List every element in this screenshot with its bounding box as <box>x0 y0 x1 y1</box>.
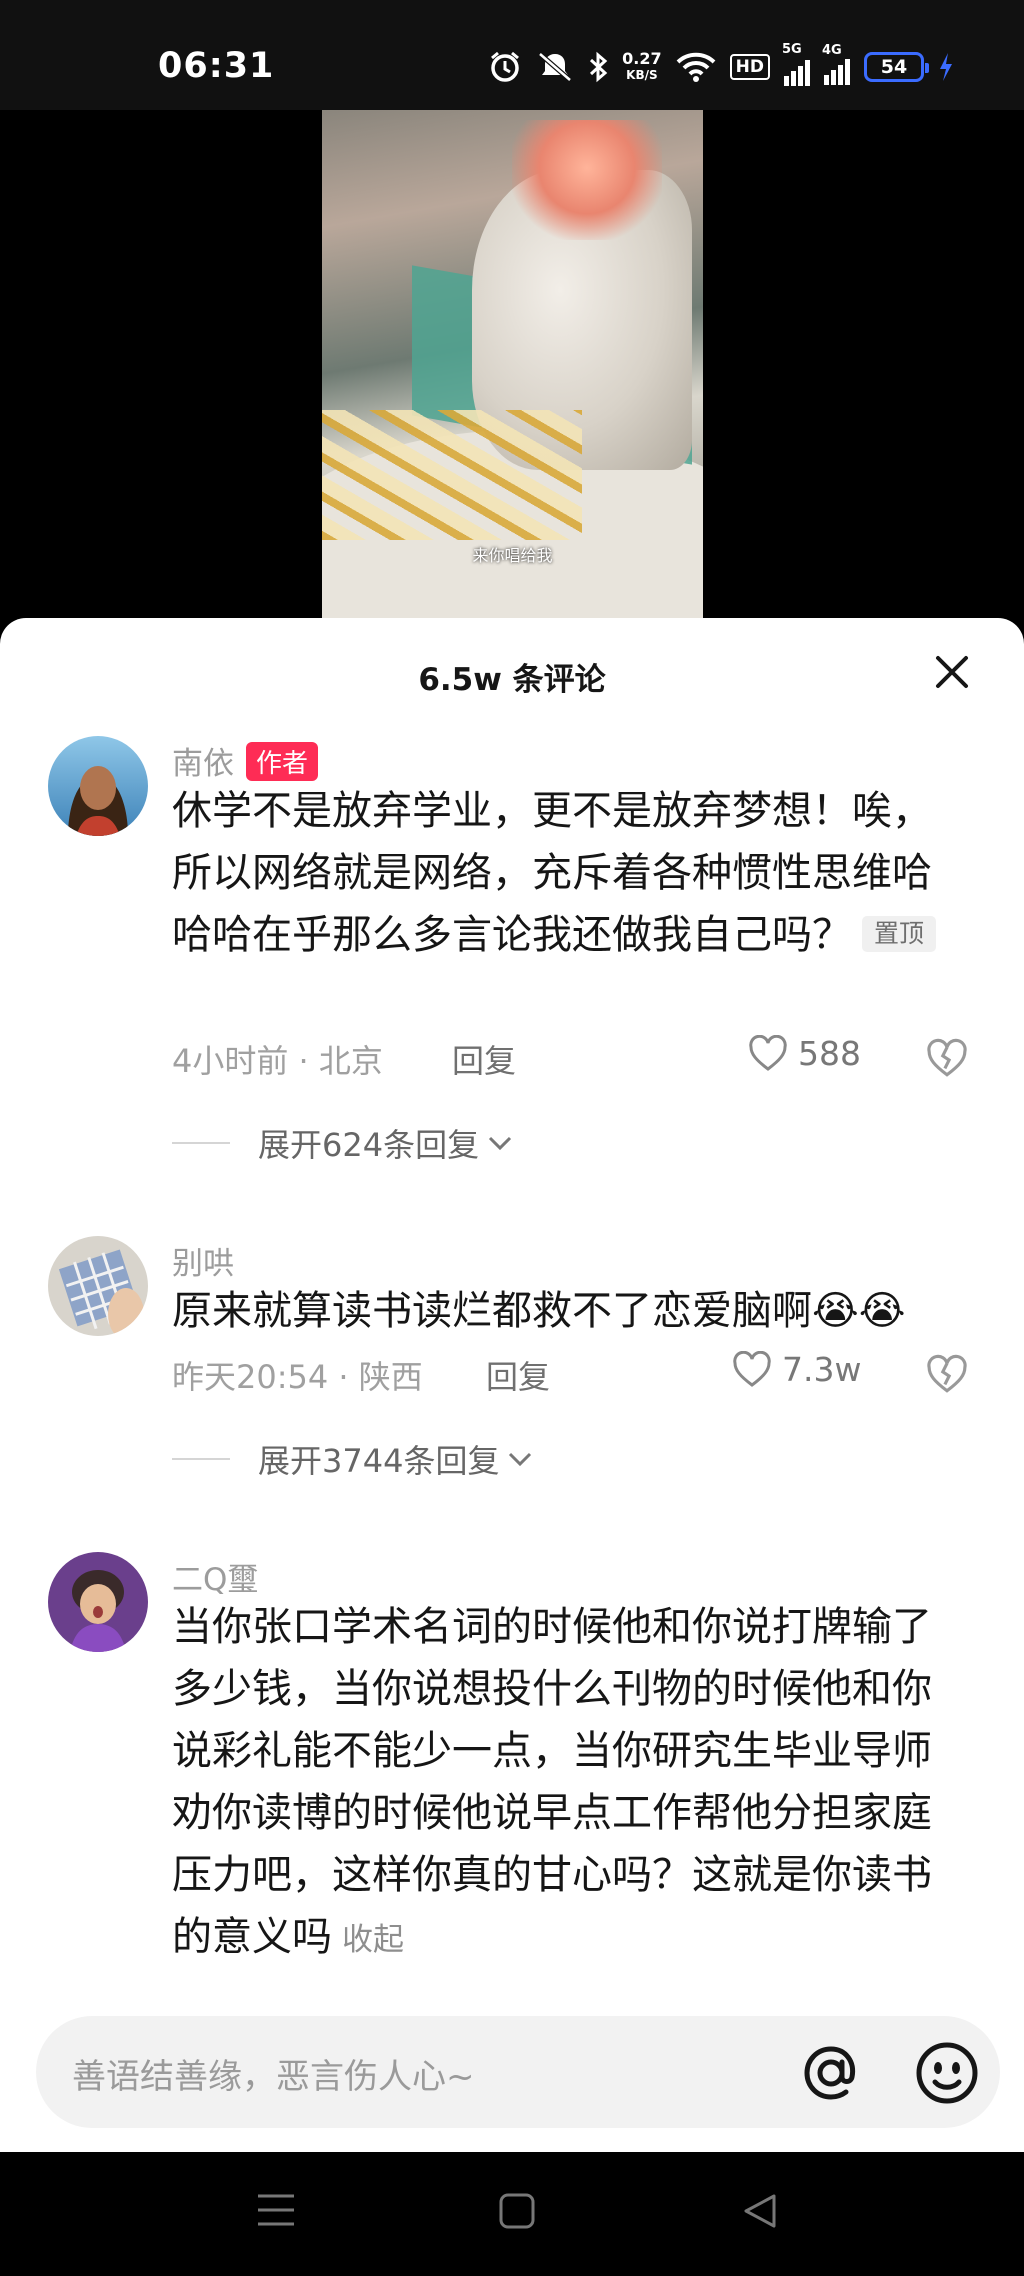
emoji-icon[interactable] <box>912 2038 982 2108</box>
comment-username[interactable]: 别哄 <box>172 1238 234 1283</box>
like-button[interactable]: 7.3w <box>732 1350 861 1389</box>
mute-icon <box>538 52 572 82</box>
heart-icon <box>749 1034 787 1071</box>
status-bar: 06:31 0.27 KB/S HD 5G 4G 54 <box>0 0 1024 110</box>
back-icon[interactable] <box>742 2192 778 2230</box>
comment-item: 二Q璽 当你张口学术名词的时候他和你说打牌输了多少钱，当你说想投什么刊物的时候他… <box>0 1552 1024 1972</box>
pinned-tag: 置顶 <box>862 916 937 952</box>
close-icon[interactable] <box>932 652 972 692</box>
net-speed: 0.27 KB/S <box>622 49 662 83</box>
signal-4g: 4G <box>822 43 850 85</box>
comment-text: 原来就算读书读烂都救不了恋爱脑啊😭😭 <box>172 1288 906 1334</box>
wifi-icon <box>676 52 716 82</box>
video-player[interactable]: 来你唱给我 <box>0 110 1024 630</box>
status-time: 06:31 <box>158 46 275 86</box>
comment-input[interactable]: 善语结善缘，恶言伤人心~ <box>36 2016 1000 2128</box>
reply-button[interactable]: 回复 <box>486 1352 550 1398</box>
comment-username[interactable]: 南依 作者 <box>172 738 319 783</box>
bluetooth-icon <box>590 51 608 83</box>
battery-indicator: 54 <box>864 52 929 82</box>
comment-meta: 4小时前 · 北京 <box>172 1042 383 1080</box>
status-icons: 0.27 KB/S HD 5G 4G 54 <box>488 42 954 86</box>
comments-title: 6.5w 条评论 <box>418 662 606 698</box>
reply-button[interactable]: 回复 <box>452 1036 516 1082</box>
collapse-link[interactable]: 收起 <box>342 1922 404 1958</box>
avatar[interactable] <box>48 1236 148 1336</box>
comments-sheet: 6.5w 条评论 南依 作者 休学不是放弃学业，更不是放弃梦想！唉，所以网络就是网… <box>0 618 1024 2152</box>
like-count: 588 <box>798 1034 861 1073</box>
avatar[interactable] <box>48 1552 148 1652</box>
signal-5g: 5G <box>782 42 810 86</box>
video-caption: 来你唱给我 <box>472 546 553 565</box>
chevron-down-icon <box>489 1136 512 1151</box>
like-count: 7.3w <box>782 1350 862 1389</box>
avatar[interactable] <box>48 736 148 836</box>
at-icon[interactable] <box>796 2038 866 2108</box>
alarm-icon <box>491 51 520 82</box>
comment-text: 当你张口学术名词的时候他和你说打牌输了多少钱，当你说想投什么刊物的时候他和你说彩… <box>172 1604 932 1960</box>
system-nav-bar <box>0 2152 1024 2276</box>
video-sticks <box>322 410 582 540</box>
video-ribbon <box>512 120 662 240</box>
broken-heart-icon[interactable] <box>926 1354 968 1396</box>
menu-icon[interactable] <box>256 2192 296 2228</box>
heart-icon <box>733 1350 771 1387</box>
hd-badge: HD <box>729 54 770 80</box>
comment-text: 休学不是放弃学业，更不是放弃梦想！唉，所以网络就是网络，充斥着各种惯性思维哈哈哈… <box>172 780 962 966</box>
comment-username[interactable]: 二Q璽 <box>172 1554 258 1599</box>
comment-item: 别哄 原来就算读书读烂都救不了恋爱脑啊😭😭 昨天20:54 · 陕西 回复 7.… <box>0 1236 1024 1536</box>
expand-replies[interactable]: 展开3744条回复 <box>172 1436 535 1482</box>
like-button[interactable]: 588 <box>748 1034 861 1073</box>
expand-divider <box>172 1458 230 1460</box>
video-frame[interactable]: 来你唱给我 <box>322 110 703 630</box>
comment-input-placeholder: 善语结善缘，恶言伤人心~ <box>72 2057 475 2097</box>
home-icon[interactable] <box>498 2192 536 2230</box>
expand-divider <box>172 1142 230 1144</box>
chevron-down-icon <box>509 1452 532 1467</box>
comment-meta: 昨天20:54 · 陕西 <box>172 1358 423 1396</box>
author-tag: 作者 <box>246 742 319 781</box>
charging-icon <box>940 53 952 81</box>
expand-replies[interactable]: 展开624条回复 <box>172 1120 515 1166</box>
comment-item: 南依 作者 休学不是放弃学业，更不是放弃梦想！唉，所以网络就是网络，充斥着各种惯性… <box>0 736 1024 1296</box>
broken-heart-icon[interactable] <box>926 1038 968 1080</box>
